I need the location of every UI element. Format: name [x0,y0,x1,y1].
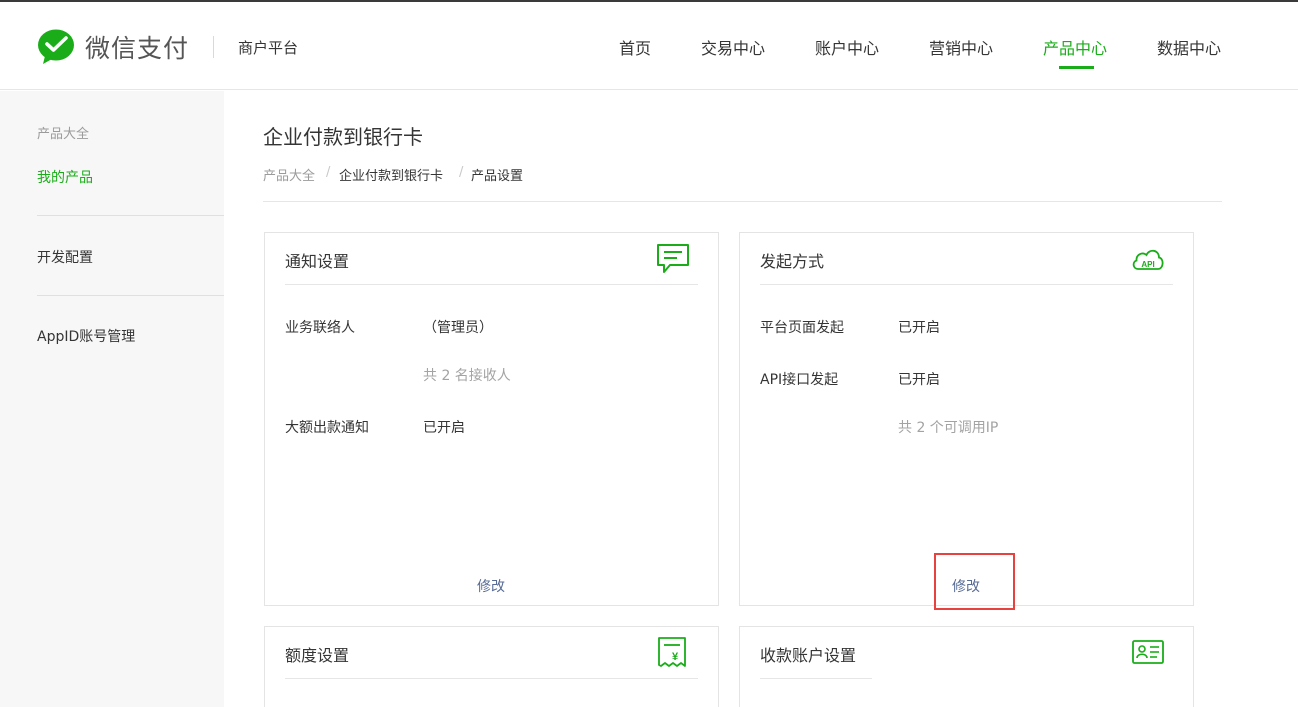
contact-value: （管理员） [423,320,493,336]
breadcrumb-separator: / [326,165,331,180]
id-card-icon [1132,640,1164,664]
large-payout-value: 已开启 [423,420,465,436]
card-title: 通知设置 [285,252,350,271]
yuan-symbol: ¥ [672,651,679,663]
api-icon-text: API [1141,260,1154,269]
notify-settings-card: 通知设置 业务联络人 （管理员） 共 2 名接收人 大额出款通知 已开启 修改 [264,232,719,606]
receiver-count: 共 2 名接收人 [423,368,511,384]
brand-divider [213,36,214,58]
initiate-method-card: 发起方式 API 平台页面发起 已开启 API接口发起 已开启 共 2 个可调用… [739,232,1194,606]
contact-label: 业务联络人 [285,320,355,336]
card-divider [760,678,872,679]
ip-count: 共 2 个可调用IP [898,420,999,436]
receipt-yuan-icon: ¥ [658,637,686,667]
platform-page-value: 已开启 [898,320,940,336]
nav-home[interactable]: 首页 [619,35,651,59]
nav-marketing[interactable]: 营销中心 [929,35,993,59]
card-title: 收款账户设置 [760,646,857,665]
platform-page-label: 平台页面发起 [760,320,844,336]
card-divider [285,678,698,679]
sidebar-divider [37,215,224,216]
brand-logo[interactable]: 微信支付 [37,28,189,66]
sidebar-item-dev-config[interactable]: 开发配置 [37,247,93,267]
modify-notify-button[interactable]: 修改 [477,576,505,596]
message-icon [657,244,689,273]
header-divider [263,201,1222,202]
wechat-pay-logo-icon [38,29,74,64]
breadcrumb-separator: / [459,165,464,180]
modify-initiate-button[interactable]: 修改 [952,576,980,596]
breadcrumb-item-product[interactable]: 企业付款到银行卡 [339,165,443,184]
card-title: 发起方式 [760,252,825,271]
large-payout-label: 大额出款通知 [285,420,369,436]
sidebar-item-my-products[interactable]: 我的产品 [37,167,93,187]
api-initiate-value: 已开启 [898,372,940,388]
card-title: 额度设置 [285,646,350,665]
nav-transactions[interactable]: 交易中心 [701,35,765,59]
payee-account-card: 收款账户设置 [739,626,1194,707]
sidebar: 产品大全 我的产品 开发配置 AppID账号管理 [0,91,224,707]
quota-settings-card: 额度设置 ¥ [264,626,719,707]
sidebar-item-appid-management[interactable]: AppID账号管理 [37,326,135,346]
sidebar-item-all-products[interactable]: 产品大全 [37,123,89,142]
nav-account-center[interactable]: 账户中心 [815,35,879,59]
breadcrumb-item-all-products[interactable]: 产品大全 [263,165,315,184]
page-title: 企业付款到银行卡 [263,125,423,149]
platform-name: 商户平台 [238,39,299,57]
nav-active-indicator [1059,66,1094,69]
card-divider [285,284,698,285]
sidebar-divider [37,295,224,296]
nav-data-center[interactable]: 数据中心 [1157,35,1221,59]
nav-products[interactable]: 产品中心 [1043,35,1107,59]
api-initiate-label: API接口发起 [760,372,839,388]
breadcrumb-item-settings: 产品设置 [471,169,524,184]
top-navigation-bar: 微信支付 商户平台 首页 交易中心 账户中心 营销中心 产品中心 数据中心 [0,0,1298,90]
brand-name: 微信支付 [85,34,190,63]
cloud-api-icon: API [1132,249,1164,270]
card-divider [760,284,1173,285]
